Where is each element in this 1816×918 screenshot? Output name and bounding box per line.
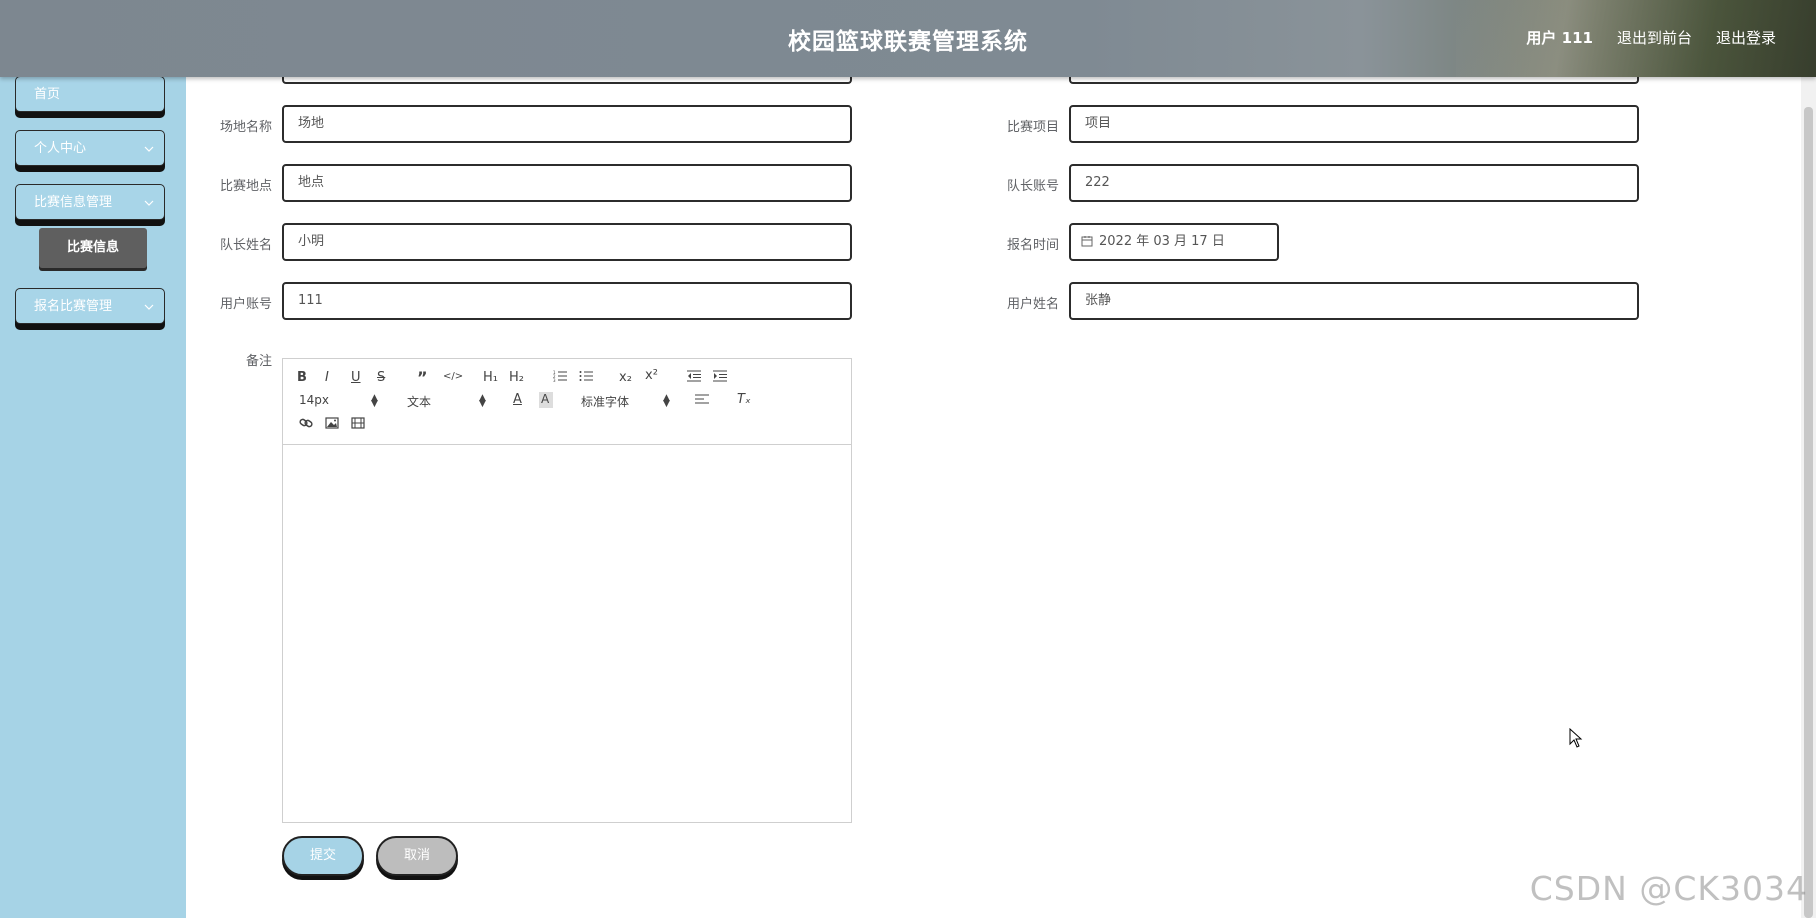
captain-account-field[interactable]: 222 [1069, 164, 1639, 202]
cancel-button[interactable]: 取消 [376, 836, 458, 876]
calendar-icon [1081, 236, 1093, 247]
logout-link[interactable]: 退出登录 [1716, 27, 1776, 48]
svg-text:3: 3 [553, 378, 556, 382]
sidebar-item-label: 个人中心 [34, 141, 87, 156]
signup-time-value: 2022 年 03 月 17 日 [1099, 234, 1225, 249]
captain-name-label: 队长姓名 [219, 238, 272, 253]
background-color-icon[interactable]: A [539, 392, 553, 408]
font-size-select[interactable]: 14px [299, 393, 329, 407]
heading1-button[interactable]: H₁ [483, 370, 498, 385]
underline-button[interactable]: U [351, 370, 361, 385]
csdn-watermark: CSDN @CK3034 [1529, 869, 1808, 908]
sidebar-item-personal-center[interactable]: 个人中心 [15, 130, 165, 166]
page-scrollbar[interactable] [1801, 77, 1816, 918]
superscript-button[interactable]: x² [645, 368, 658, 383]
captain-account-label: 队长账号 [1006, 179, 1059, 194]
venue-name-label: 场地名称 [219, 120, 272, 135]
editor-content-area[interactable] [283, 445, 851, 822]
venue-name-field[interactable]: 场地 [282, 105, 852, 143]
code-block-button[interactable]: </> [443, 371, 463, 382]
chevron-down-icon [144, 185, 154, 221]
event-field[interactable]: 项目 [1069, 105, 1639, 143]
strike-button[interactable]: S [377, 370, 385, 385]
image-icon[interactable] [325, 417, 339, 433]
rich-text-editor: B I U S ” </> H₁ H₂ 123 x₂ x² 14px ▲ ▼ 文本… [282, 358, 852, 823]
event-label: 比赛项目 [1006, 120, 1059, 135]
font-color-button[interactable]: A [513, 392, 522, 407]
user-account-field[interactable]: 111 [282, 282, 852, 320]
video-icon[interactable] [351, 417, 365, 433]
location-label: 比赛地点 [219, 179, 272, 194]
chevron-down-icon [144, 289, 154, 325]
top-header: 校园篮球联赛管理系统 用户 111 退出到前台 退出登录 [0, 0, 1816, 77]
remark-label: 备注 [245, 354, 272, 369]
user-name-label: 用户姓名 [1006, 297, 1059, 312]
editor-toolbar: B I U S ” </> H₁ H₂ 123 x₂ x² 14px ▲ ▼ 文本… [283, 359, 851, 445]
svg-text:A: A [541, 392, 550, 404]
link-icon[interactable] [299, 417, 313, 433]
exit-to-front-link[interactable]: 退出到前台 [1617, 27, 1692, 48]
sidebar: 首页 个人中心 比赛信息管理 比赛信息 报名比赛管理 [0, 0, 186, 918]
font-size-select-arrows: ▲ ▼ [371, 393, 378, 409]
signup-time-label: 报名时间 [1006, 238, 1059, 253]
subscript-button[interactable]: x₂ [619, 370, 632, 385]
bold-button[interactable]: B [297, 370, 307, 385]
bullet-list-icon[interactable] [579, 370, 593, 386]
sidebar-item-match-info-management[interactable]: 比赛信息管理 [15, 184, 165, 220]
text-style-select[interactable]: 文本 [407, 393, 431, 410]
text-style-select-arrows: ▲ ▼ [479, 393, 486, 409]
sidebar-item-label: 报名比赛管理 [34, 299, 113, 314]
heading2-button[interactable]: H₂ [509, 370, 524, 385]
sidebar-item-label: 比赛信息管理 [34, 195, 113, 210]
header-nav: 用户 111 退出到前台 退出登录 [1526, 27, 1776, 48]
location-field[interactable]: 地点 [282, 164, 852, 202]
chevron-down-icon [144, 131, 154, 167]
blockquote-button[interactable]: ” [417, 368, 428, 387]
sidebar-item-home[interactable]: 首页 [15, 76, 165, 112]
clear-format-button[interactable]: Tₓ [737, 392, 751, 407]
sidebar-item-label: 首页 [34, 87, 61, 102]
sidebar-subitem-match-info[interactable]: 比赛信息 [39, 228, 147, 268]
submit-button[interactable]: 提交 [282, 836, 364, 876]
scrollbar-thumb[interactable] [1804, 107, 1813, 918]
ordered-list-icon[interactable]: 123 [553, 370, 567, 386]
current-user-label: 用户 111 [1526, 29, 1593, 47]
italic-button[interactable]: I [325, 370, 329, 385]
align-left-icon[interactable] [695, 393, 709, 409]
indent-icon[interactable] [713, 370, 727, 386]
font-family-select-arrows: ▲ ▼ [663, 393, 670, 409]
captain-name-field[interactable]: 小明 [282, 223, 852, 261]
user-name-field[interactable]: 张静 [1069, 282, 1639, 320]
font-family-select[interactable]: 标准字体 [581, 393, 629, 410]
mouse-cursor-icon [1569, 727, 1583, 752]
signup-time-datepicker[interactable]: 2022 年 03 月 17 日 [1069, 223, 1279, 261]
sidebar-item-signup-management[interactable]: 报名比赛管理 [15, 288, 165, 324]
user-account-label: 用户账号 [219, 297, 272, 312]
outdent-icon[interactable] [687, 370, 701, 386]
